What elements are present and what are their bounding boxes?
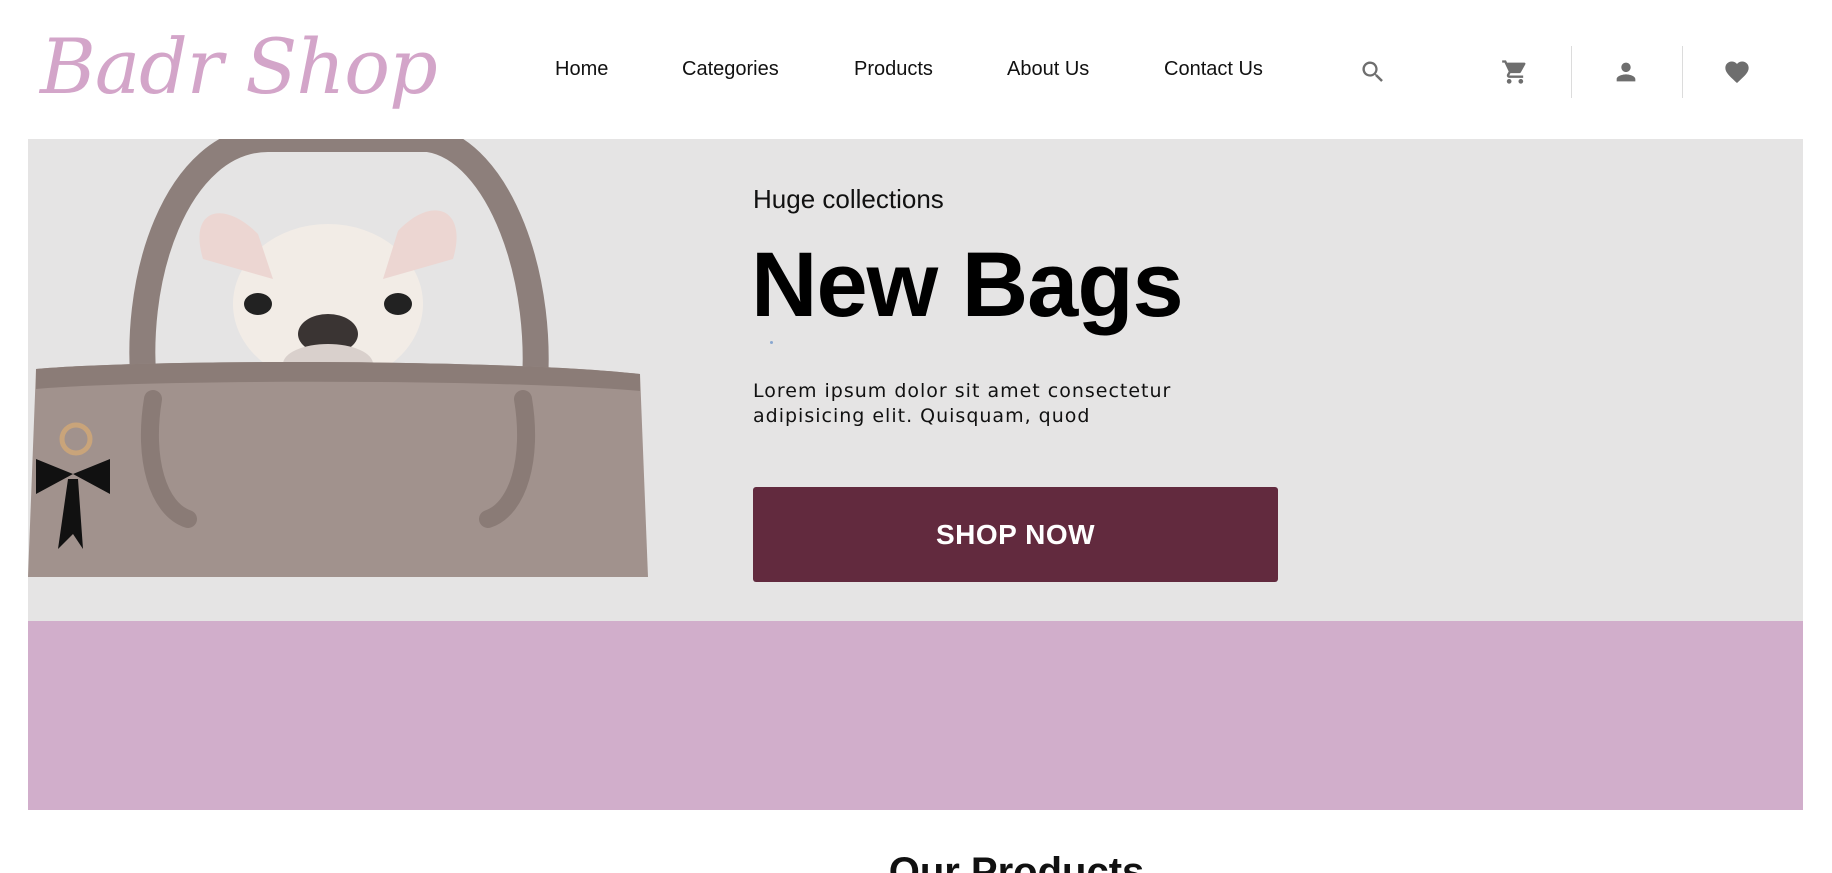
nav-item-contact-us[interactable]: Contact Us <box>1164 58 1263 81</box>
nav-item-home[interactable]: Home <box>555 58 608 81</box>
hero-banner: Huge collections New Bags Lorem ipsum do… <box>28 139 1803 621</box>
cart-icon[interactable] <box>1499 56 1531 88</box>
hero-subtitle: Huge collections <box>753 184 944 214</box>
header-divider <box>1682 46 1683 98</box>
search-icon[interactable] <box>1357 56 1389 88</box>
hero-title: New Bags <box>751 234 1184 336</box>
nav-item-products[interactable]: Products <box>854 58 933 81</box>
hero-bag-puppy-image <box>28 139 648 577</box>
products-section-title: Our Products <box>888 850 1145 873</box>
brand-logo[interactable]: Badr Shop <box>40 22 438 111</box>
nav-item-categories[interactable]: Categories <box>682 58 779 81</box>
hero-decor-dot <box>770 341 773 344</box>
heart-icon[interactable] <box>1721 56 1753 88</box>
shop-now-button[interactable]: SHOP NOW <box>753 487 1278 582</box>
user-icon[interactable] <box>1610 56 1642 88</box>
promo-band <box>28 621 1803 810</box>
nav-item-about-us[interactable]: About Us <box>1007 58 1089 81</box>
site-header: Badr Shop Home Categories Products About… <box>0 0 1832 139</box>
header-divider <box>1571 46 1572 98</box>
hero-description: Lorem ipsum dolor sit amet consectetur a… <box>753 380 1172 427</box>
